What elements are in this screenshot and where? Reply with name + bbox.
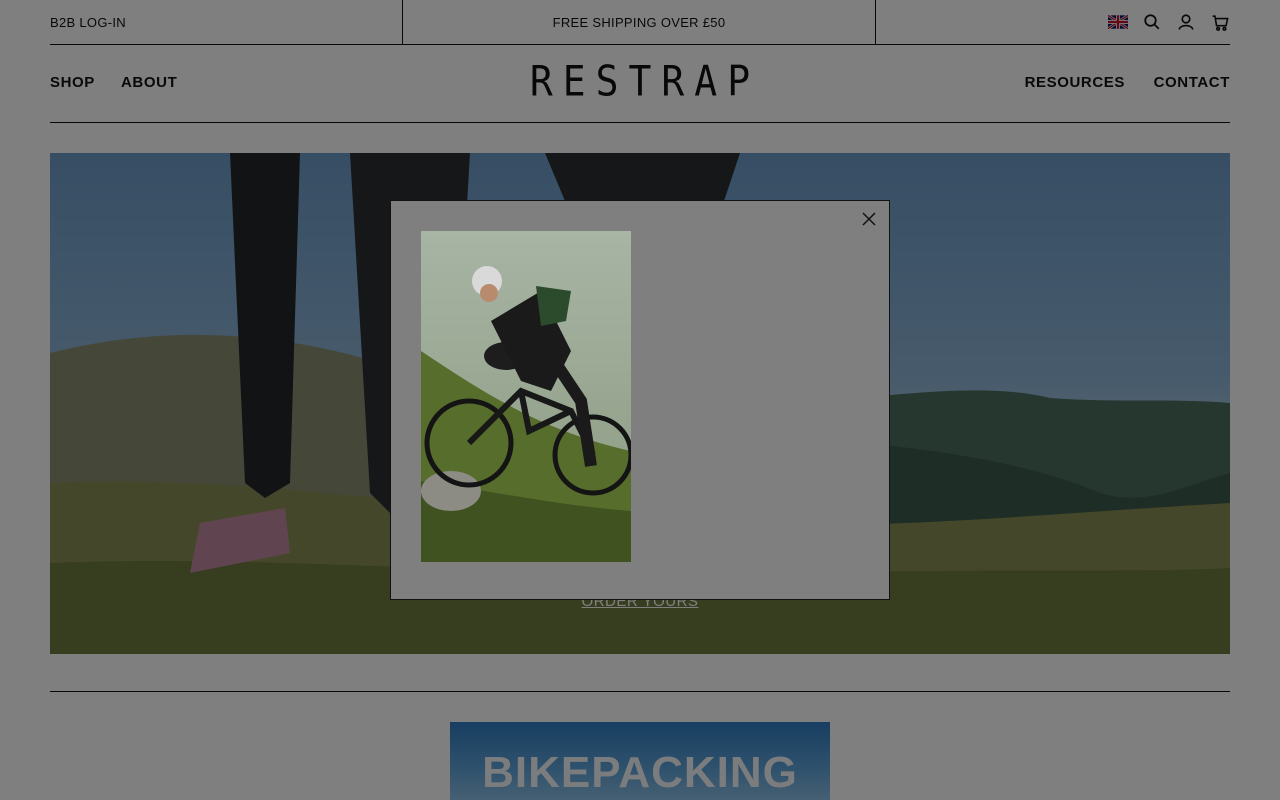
popup-cyclist-photo xyxy=(421,231,631,562)
close-icon[interactable] xyxy=(859,209,879,229)
newsletter-popup xyxy=(390,200,890,600)
